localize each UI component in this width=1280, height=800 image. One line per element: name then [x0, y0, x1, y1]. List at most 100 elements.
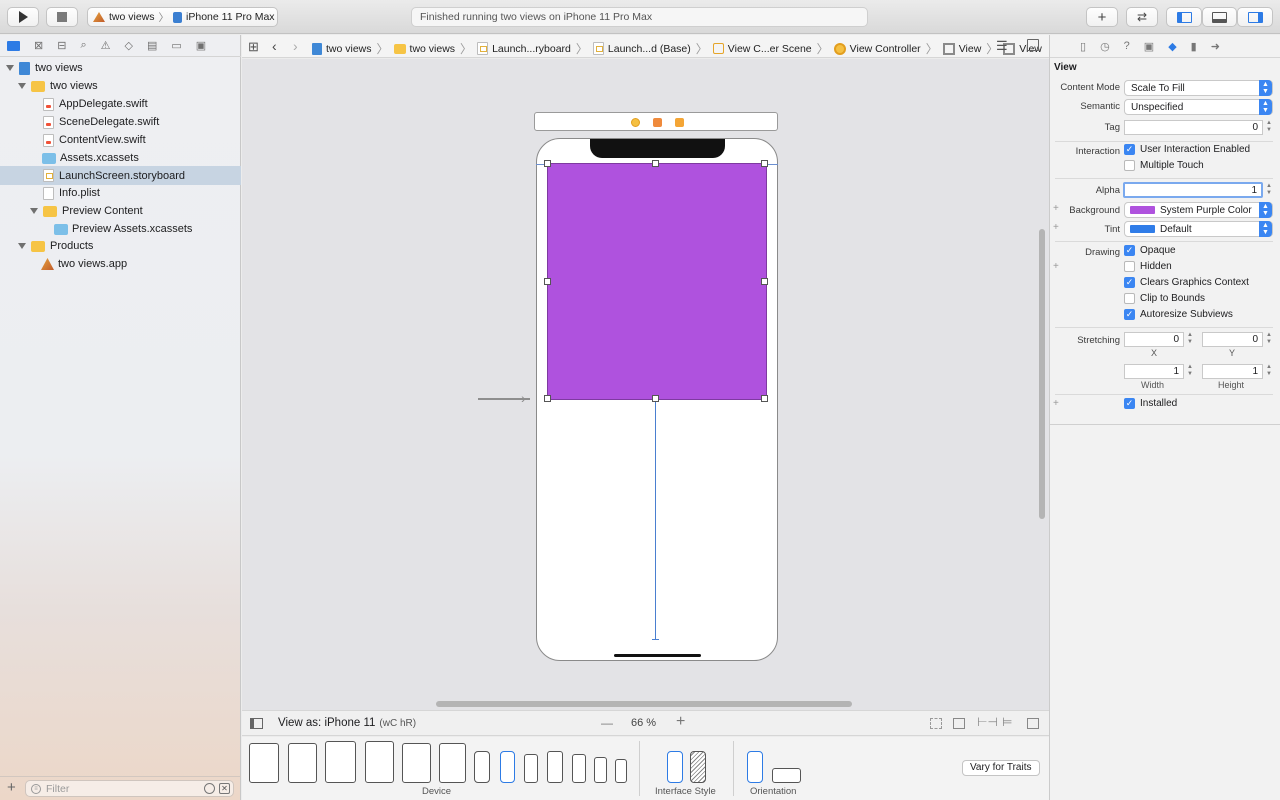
back-button[interactable]: ‹: [272, 38, 277, 54]
device-iphone-4s[interactable]: [615, 759, 627, 783]
resize-handle[interactable]: [761, 395, 768, 402]
update-frames-icon[interactable]: [930, 718, 942, 729]
toggle-outline-icon[interactable]: [250, 718, 263, 729]
tree-row-appdelegate[interactable]: AppDelegate.swift: [0, 95, 241, 113]
opaque-checkbox[interactable]: ✓ Opaque: [1124, 245, 1176, 256]
stretch-width-stepper[interactable]: ▲ ▼: [1186, 364, 1194, 379]
tree-row-contentview[interactable]: ContentView.swift: [0, 131, 241, 149]
device-iphone-se[interactable]: [594, 757, 607, 783]
resize-handle[interactable]: [544, 395, 551, 402]
disclosure-open-icon[interactable]: [18, 243, 26, 249]
report-icon[interactable]: ▣: [196, 39, 206, 52]
device-iphone-11-pro[interactable]: [524, 754, 538, 783]
vertical-scrollbar[interactable]: [1039, 229, 1045, 519]
device-iphone-11-pro-max[interactable]: [474, 751, 490, 783]
hierarchy-icon[interactable]: ⊟: [57, 39, 66, 52]
folder-icon[interactable]: [7, 40, 20, 51]
history-inspector-icon[interactable]: ◷: [1100, 40, 1110, 53]
breadcrumb-item[interactable]: View C...er Scene: [728, 43, 812, 55]
dark-appearance-button[interactable]: [690, 751, 706, 783]
purple-view[interactable]: [547, 163, 767, 400]
code-review-button[interactable]: ⇄: [1126, 7, 1158, 27]
zoom-in-button[interactable]: +: [676, 713, 685, 731]
filter-options-icon[interactable]: ✕: [219, 783, 230, 794]
add-variation-icon[interactable]: +: [1053, 222, 1059, 233]
toggle-navigator-button[interactable]: [1166, 7, 1202, 27]
semantic-popup[interactable]: Unspecified ▲ ▼: [1124, 99, 1273, 115]
disclosure-open-icon[interactable]: [30, 208, 38, 214]
search-icon[interactable]: ⌕: [80, 39, 86, 52]
disclosure-open-icon[interactable]: [6, 65, 14, 71]
source-control-icon[interactable]: ⊠: [34, 39, 43, 52]
test-icon[interactable]: ◇: [124, 39, 132, 52]
hidden-checkbox[interactable]: Hidden: [1124, 261, 1172, 272]
identity-inspector-icon[interactable]: ▣: [1144, 40, 1154, 53]
tag-field[interactable]: 0: [1124, 120, 1263, 135]
warning-icon[interactable]: ⚠: [101, 39, 111, 52]
resize-handle[interactable]: [652, 395, 659, 402]
device-iphone-8[interactable]: [572, 754, 586, 783]
tree-row-project[interactable]: two views: [0, 59, 241, 77]
tree-row-preview-content[interactable]: Preview Content: [0, 202, 241, 220]
content-mode-popup[interactable]: Scale To Fill ▲ ▼: [1124, 80, 1273, 96]
resolve-issues-icon[interactable]: [1027, 718, 1039, 729]
alpha-field[interactable]: 1: [1123, 182, 1263, 198]
size-inspector-icon[interactable]: ▮: [1191, 40, 1197, 53]
device-ipad-mini[interactable]: [439, 743, 466, 783]
device-iphone-8-plus[interactable]: [547, 751, 563, 783]
resize-handle[interactable]: [761, 160, 768, 167]
embed-in-icon[interactable]: [953, 718, 965, 729]
breadcrumb-item[interactable]: two views: [410, 43, 456, 55]
add-variation-icon[interactable]: +: [1053, 398, 1059, 409]
tree-row-preview-assets[interactable]: Preview Assets.xcassets: [0, 220, 241, 238]
add-variation-icon[interactable]: +: [1053, 261, 1059, 272]
debug-icon[interactable]: ▤: [147, 39, 157, 52]
tree-row-launchscreen[interactable]: LaunchScreen.storyboard: [0, 166, 241, 185]
disclosure-open-icon[interactable]: [18, 83, 26, 89]
tree-row-scenedelegate[interactable]: SceneDelegate.swift: [0, 113, 241, 131]
breadcrumb-item[interactable]: View: [959, 43, 982, 55]
stop-button[interactable]: [46, 7, 78, 27]
user-interaction-checkbox[interactable]: ✓ User Interaction Enabled: [1124, 144, 1250, 155]
resize-handle[interactable]: [761, 278, 768, 285]
light-appearance-button[interactable]: [667, 751, 683, 783]
editor-options-icon[interactable]: ☰: [996, 38, 1008, 54]
run-button[interactable]: [7, 7, 39, 27]
vary-for-traits-button[interactable]: Vary for Traits: [962, 760, 1040, 776]
toggle-debug-button[interactable]: [1202, 7, 1237, 27]
first-responder-icon[interactable]: [653, 118, 662, 127]
tree-row-products[interactable]: Products: [0, 237, 241, 255]
device-iphone-11[interactable]: [500, 751, 515, 783]
breadcrumb-item[interactable]: two views: [326, 43, 372, 55]
file-inspector-icon[interactable]: ▯: [1080, 40, 1086, 53]
help-inspector-icon[interactable]: ?: [1124, 40, 1130, 52]
alpha-stepper[interactable]: ▲ ▼: [1265, 183, 1273, 198]
background-popup[interactable]: System Purple Color ▲ ▼: [1124, 202, 1273, 218]
stretch-height-field[interactable]: 1: [1202, 364, 1263, 379]
forward-button[interactable]: ›: [293, 38, 298, 54]
related-items-icon[interactable]: ⊞: [248, 39, 259, 55]
stretch-x-field[interactable]: 0: [1124, 332, 1184, 347]
multiple-touch-checkbox[interactable]: Multiple Touch: [1124, 160, 1204, 171]
stretch-width-field[interactable]: 1: [1124, 364, 1184, 379]
stretch-y-field[interactable]: 0: [1202, 332, 1263, 347]
attributes-inspector-icon[interactable]: ◆: [1168, 40, 1176, 53]
tree-row-app[interactable]: two views.app: [0, 255, 241, 273]
add-variation-icon[interactable]: +: [1053, 203, 1059, 214]
resize-handle[interactable]: [544, 160, 551, 167]
pin-icon[interactable]: ⊨: [1002, 715, 1012, 729]
library-button[interactable]: +: [1086, 7, 1118, 27]
align-icon[interactable]: ⊢⊣: [977, 715, 998, 729]
breadcrumb-item[interactable]: View Controller: [850, 43, 921, 55]
clears-graphics-checkbox[interactable]: ✓ Clears Graphics Context: [1124, 277, 1249, 288]
portrait-button[interactable]: [747, 751, 763, 783]
storyboard-canvas[interactable]: ›: [242, 59, 1049, 710]
connections-inspector-icon[interactable]: ➜: [1211, 40, 1220, 53]
stretch-height-stepper[interactable]: ▲ ▼: [1265, 364, 1273, 379]
breakpoint-icon[interactable]: ▭: [171, 39, 181, 52]
add-file-button[interactable]: +: [7, 779, 16, 796]
exit-icon[interactable]: [675, 118, 684, 127]
view-as-label[interactable]: View as: iPhone 11 (wC hR): [278, 717, 416, 729]
breadcrumb-item[interactable]: Launch...ryboard: [492, 43, 571, 55]
stretch-y-stepper[interactable]: ▲ ▼: [1265, 332, 1273, 347]
